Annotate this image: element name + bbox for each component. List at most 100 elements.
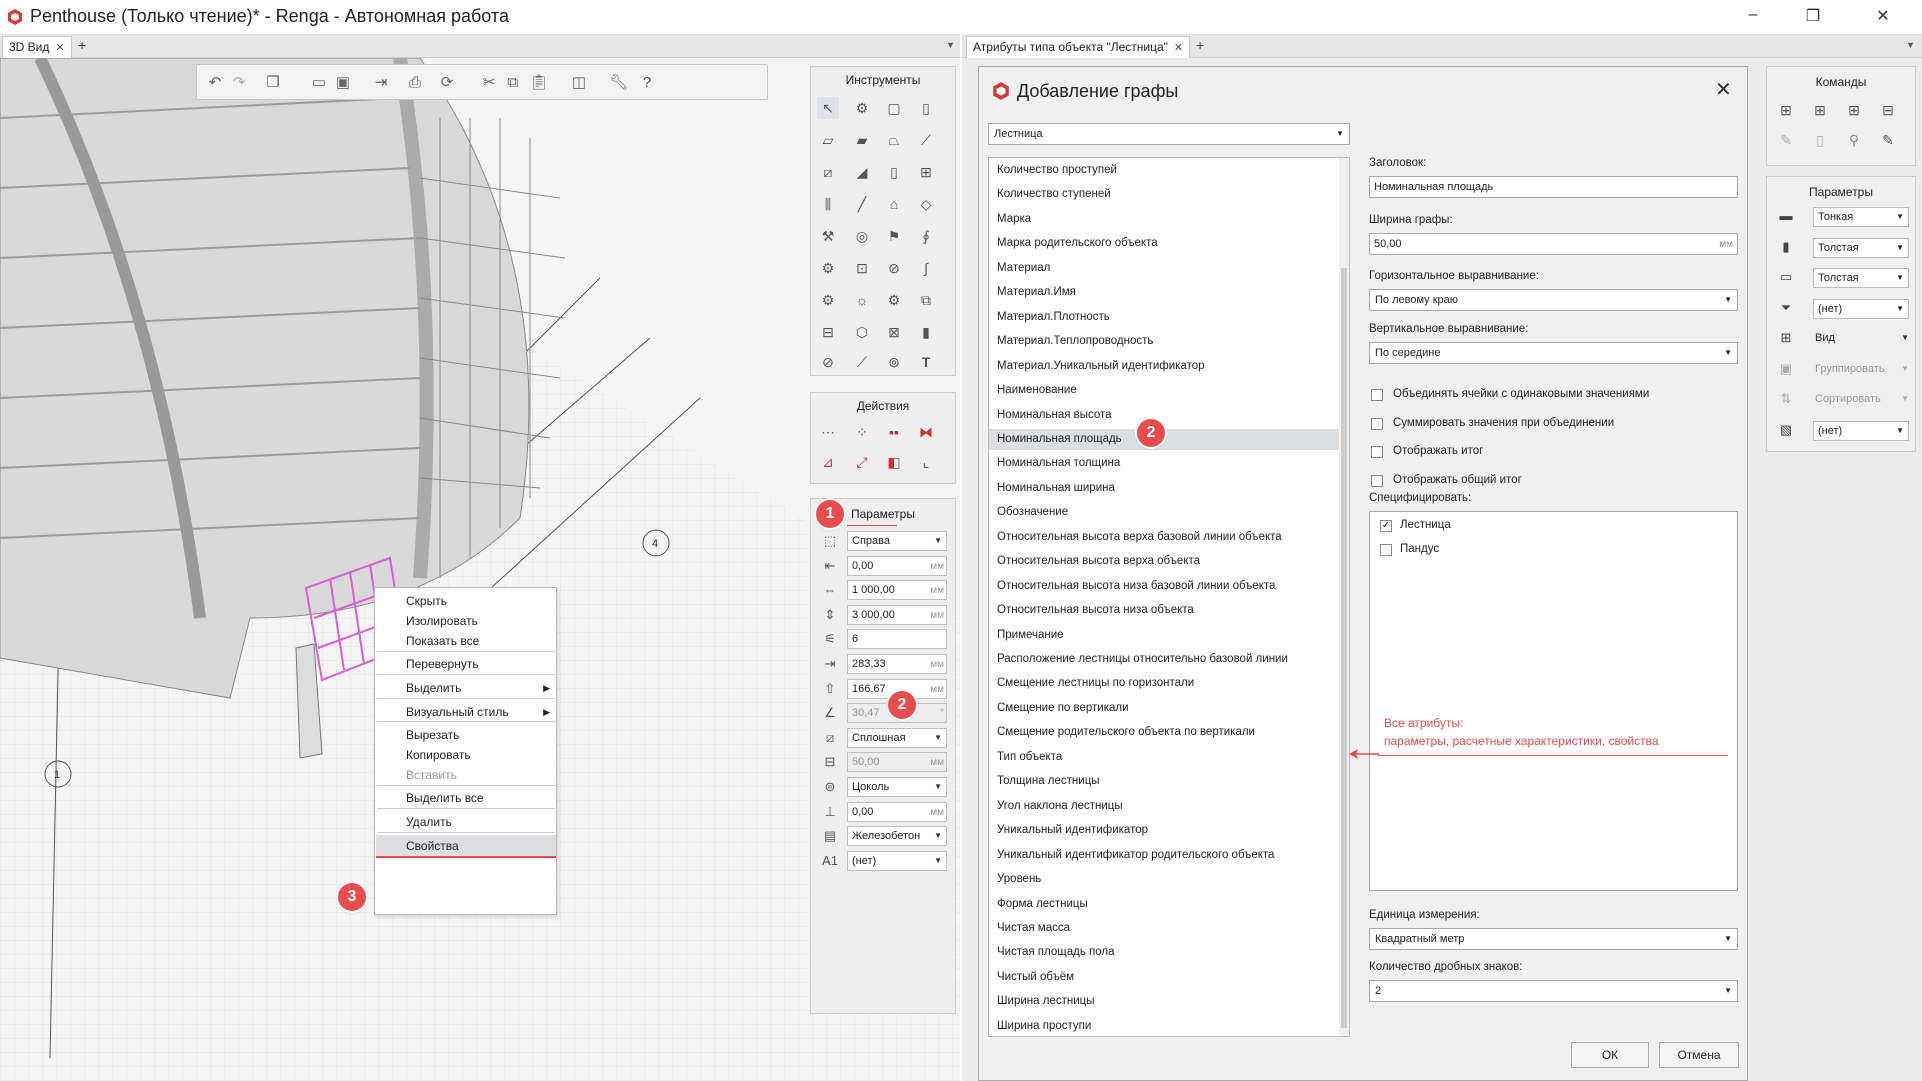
attribute-item[interactable]: Номинальная толщина xyxy=(989,453,1339,474)
halign-select[interactable]: По левому краю ▼ xyxy=(1369,289,1738,311)
zoom-icon[interactable]: ⚲ xyxy=(1843,129,1865,151)
param-input[interactable]: 50,00 мм xyxy=(847,752,947,773)
param-select[interactable]: Цоколь ▼ xyxy=(847,777,947,797)
context-menu-item[interactable]: Вырезать xyxy=(406,728,459,742)
level-tool-icon[interactable]: ⚙ xyxy=(851,97,873,119)
table-param-select[interactable]: Толстая ▼ xyxy=(1813,268,1909,288)
tab-3d-view[interactable]: 3D Вид ✕ xyxy=(2,36,72,58)
slab-tool-icon[interactable]: ▰ xyxy=(851,129,873,151)
attributes-list[interactable]: Количество проступей Количество ступеней М… xyxy=(988,157,1350,1037)
param-input[interactable]: 283,33 мм xyxy=(847,654,947,674)
array-action-icon[interactable]: ◧ xyxy=(883,451,905,473)
object-type-select[interactable]: Лестница ▼ xyxy=(988,123,1350,145)
width-input[interactable]: 50,00 мм xyxy=(1369,233,1738,255)
tab-attributes[interactable]: Атрибуты типа объекта "Лестница" ✕ xyxy=(966,36,1191,58)
maximize-button[interactable]: ❐ xyxy=(1800,6,1826,28)
attribute-item[interactable]: Относительная высота низа базовой линии … xyxy=(989,576,1339,597)
copy-view-icon[interactable]: ❐ xyxy=(263,74,283,92)
roof-tool-icon[interactable]: ⏢ xyxy=(883,129,905,151)
duct-tool-icon[interactable]: ∮ xyxy=(915,225,937,247)
attribute-item[interactable]: Материал.Плотность xyxy=(989,307,1339,328)
wall-tool-icon[interactable]: ▱ xyxy=(817,129,839,151)
table-param-select[interactable]: Тонкая ▼ xyxy=(1813,207,1909,227)
element-tool-icon[interactable]: ⌂ xyxy=(883,193,905,215)
param-input[interactable]: 3 000,00 мм xyxy=(847,604,947,625)
stretch-action-icon[interactable]: ⤢ xyxy=(851,451,873,473)
unit-select[interactable]: Квадратный метр ▼ xyxy=(1369,928,1738,950)
copy-action-icon[interactable]: ▪▪ xyxy=(883,421,905,443)
cable-tool-icon[interactable]: ∫ xyxy=(915,257,937,279)
select-tool-icon[interactable]: ↖ xyxy=(817,97,839,119)
param-input[interactable]: 6 xyxy=(847,629,947,650)
text-tool-icon[interactable]: T xyxy=(915,351,937,373)
table-param-menu[interactable]: Группировать xyxy=(1815,363,1885,375)
section-tool-icon[interactable]: ▮ xyxy=(915,321,937,343)
minimize-button[interactable]: – xyxy=(1740,6,1766,28)
opening-tool-icon[interactable]: ◇ xyxy=(915,193,937,215)
line-tool-icon[interactable]: ╱ xyxy=(851,193,873,215)
leader-tool-icon[interactable]: ⟋ xyxy=(851,351,873,373)
table-param-menu[interactable]: Вид xyxy=(1815,332,1835,344)
layers-icon[interactable]: ◫ xyxy=(569,74,589,92)
attribute-item[interactable]: Смещение лестницы по горизонтали xyxy=(989,673,1339,694)
context-menu-item[interactable]: Удалить xyxy=(406,815,452,829)
accessory-tool-icon[interactable]: ⚙ xyxy=(817,257,839,279)
pipe-tool-icon[interactable]: ◎ xyxy=(851,225,873,247)
panel-tool-icon[interactable]: ⧉ xyxy=(915,289,937,311)
specify-checkbox[interactable] xyxy=(1380,544,1392,556)
attribute-item[interactable]: Номинальная высота xyxy=(989,405,1339,426)
axis-tool-icon[interactable]: ⬡ xyxy=(851,321,873,343)
table-add-icon[interactable]: ⊞ xyxy=(1775,99,1797,121)
attribute-item[interactable]: Смещение по вертикали xyxy=(989,698,1339,719)
switch-tool-icon[interactable]: ⚙ xyxy=(883,289,905,311)
context-menu-item[interactable]: Свойства xyxy=(406,839,459,853)
stair-tool-icon[interactable]: ⧄ xyxy=(817,161,839,183)
move-action-icon[interactable]: ⋯ xyxy=(817,421,839,443)
param-input[interactable]: 0,00 мм xyxy=(847,801,947,822)
corner-action-icon[interactable]: ⌞ xyxy=(915,451,937,473)
attribute-item[interactable]: Относительная высота верха базовой линии… xyxy=(989,527,1339,548)
add-tab-button[interactable]: + xyxy=(78,37,86,53)
3d-viewport[interactable]: 1 4 ↶ ↷ ❐ ▭ ▣ ⇥ ⎙ ⟳ ✂ ⧉ 📋︎ ◫ 🔧︎ ? Инстру… xyxy=(0,58,960,1081)
param-select[interactable]: Сплошная ▼ xyxy=(847,727,947,748)
attribute-item[interactable]: Обозначение xyxy=(989,502,1339,523)
device-tool-icon[interactable]: ⊡ xyxy=(851,257,873,279)
table-copy-icon[interactable]: ⊞ xyxy=(1843,99,1865,121)
table-param-select[interactable]: (нет) ▼ xyxy=(1813,298,1909,319)
attribute-item[interactable]: Марка xyxy=(989,209,1339,230)
checkbox[interactable] xyxy=(1371,474,1383,487)
attribute-item[interactable]: Смещение родительского объекта по вертик… xyxy=(989,722,1339,743)
context-menu-item[interactable]: Скрыть xyxy=(406,594,447,608)
context-menu-item[interactable]: Изолировать xyxy=(406,614,478,628)
attribute-item[interactable]: Относительная высота верха объекта xyxy=(989,551,1339,572)
table-insert-icon[interactable]: ⊞ xyxy=(1809,99,1831,121)
attribute-item[interactable]: Уровень xyxy=(989,869,1339,890)
param-select[interactable]: Справа ▼ xyxy=(847,531,947,551)
copy-icon[interactable]: ⧉ xyxy=(503,74,523,92)
ok-button[interactable]: ОК xyxy=(1571,1042,1649,1068)
attribute-item[interactable]: Чистая масса xyxy=(989,918,1339,939)
context-menu-item[interactable]: Визуальный стиль xyxy=(406,705,509,719)
attribute-item[interactable]: Расположение лестницы относительно базов… xyxy=(989,649,1339,670)
param-input[interactable]: 1 000,00 мм xyxy=(847,580,947,601)
edit-icon[interactable]: ✎ xyxy=(1775,129,1797,151)
move-column-icon[interactable]: ▯ xyxy=(1809,129,1831,151)
specify-checkbox[interactable]: ✓ xyxy=(1380,520,1392,532)
undo-icon[interactable]: ↶ xyxy=(205,74,225,92)
attribute-item[interactable]: Уникальный идентификатор родительского о… xyxy=(989,845,1339,866)
dialog-close-icon[interactable]: ✕ xyxy=(1715,77,1732,102)
attribute-item[interactable]: Уникальный идентификатор xyxy=(989,820,1339,841)
equipment-tool-icon[interactable]: ⚒ xyxy=(817,225,839,247)
rebar-tool-icon[interactable]: ⊟ xyxy=(817,321,839,343)
attribute-item[interactable]: Марка родительского объекта xyxy=(989,233,1339,254)
redo-icon[interactable]: ↷ xyxy=(229,74,249,92)
attributes-scrollbar[interactable] xyxy=(1339,158,1349,1036)
attribute-item[interactable]: Материал xyxy=(989,258,1339,279)
tab-menu-icon[interactable]: ▼ xyxy=(1906,40,1915,50)
dimension-tool-icon[interactable]: ⊠ xyxy=(883,321,905,343)
electric-tool-icon[interactable]: ⚙ xyxy=(817,289,839,311)
beam-tool-icon[interactable]: ⟋ xyxy=(915,129,937,151)
sync-icon[interactable]: ⟳ xyxy=(437,74,457,92)
export-icon[interactable]: ⇥ xyxy=(371,74,391,92)
settings-wrench-icon[interactable]: 🔧︎ xyxy=(609,74,629,92)
